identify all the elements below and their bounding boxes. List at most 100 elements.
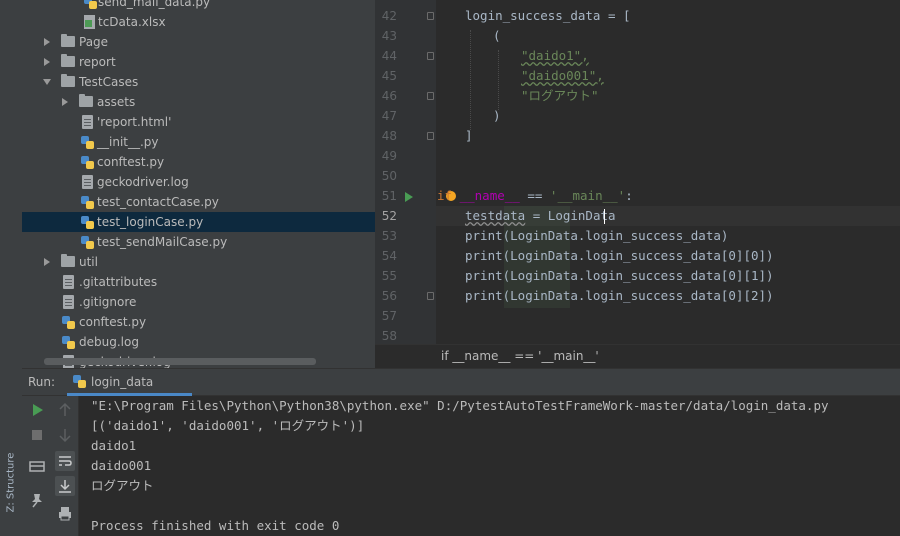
- tree-item[interactable]: Page: [22, 32, 375, 52]
- line-number: 56: [381, 289, 397, 303]
- console-toolbar: [52, 396, 79, 536]
- indent-guide: [470, 30, 471, 130]
- tree-item[interactable]: conftest.py: [22, 152, 375, 172]
- layout-button[interactable]: [27, 456, 47, 476]
- stop-button[interactable]: [27, 425, 47, 445]
- editor-breadcrumb[interactable]: if __name__ == '__main__': [375, 344, 900, 369]
- arrow-up-icon: [59, 402, 71, 416]
- collapse-arrow-icon[interactable]: [43, 79, 51, 85]
- line-number: 50: [381, 169, 397, 183]
- excel-file-icon: [84, 15, 95, 29]
- console-output[interactable]: "E:\Program Files\Python\Python38\python…: [79, 396, 900, 536]
- code-line: print(LoginData.login_success_data[0][1]…: [465, 268, 774, 283]
- console-line: daido001: [91, 458, 152, 473]
- folder-icon: [61, 254, 75, 267]
- scroll-to-end-button[interactable]: [55, 476, 75, 496]
- pin-button[interactable]: [27, 490, 47, 510]
- rerun-button[interactable]: [27, 400, 47, 420]
- printer-icon: [59, 507, 71, 521]
- expand-arrow-icon[interactable]: [44, 38, 50, 46]
- tree-item[interactable]: geckodriver.log: [22, 172, 375, 192]
- tree-item[interactable]: __init__.py: [22, 132, 375, 152]
- expand-arrow-icon[interactable]: [44, 58, 50, 66]
- line-number-current: 52: [381, 209, 397, 223]
- text-file-icon: [82, 175, 93, 189]
- line-number: 49: [381, 149, 397, 163]
- tree-item-label: assets: [97, 95, 136, 109]
- code-line: print(LoginData.login_success_data): [465, 228, 729, 243]
- arrow-down-icon: [59, 429, 71, 443]
- tree-item[interactable]: debug.log: [22, 332, 375, 352]
- tree-item[interactable]: .gitattributes: [22, 272, 375, 292]
- tree-item[interactable]: send_mail_data.py: [22, 0, 375, 12]
- tree-item-label: test_sendMailCase.py: [97, 235, 228, 249]
- breadcrumb-label[interactable]: if __name__ == '__main__': [441, 349, 599, 363]
- fold-marker-icon[interactable]: [427, 52, 434, 60]
- expand-arrow-icon[interactable]: [44, 258, 50, 266]
- structure-tab-label: Z: Structure: [5, 452, 17, 513]
- code-line: (: [493, 28, 501, 43]
- run-config-tab[interactable]: login_data: [67, 369, 192, 396]
- run-gutter-icon[interactable]: [405, 192, 413, 202]
- tree-item-label: tcData.xlsx: [98, 15, 166, 29]
- console-line: daido1: [91, 438, 137, 453]
- line-number: 51: [381, 189, 397, 203]
- python-file-icon: [62, 316, 75, 329]
- tree-item[interactable]: util: [22, 252, 375, 272]
- scroll-up-button[interactable]: [55, 400, 75, 420]
- tree-item-label: TestCases: [79, 75, 139, 89]
- python-file-icon: [81, 236, 94, 249]
- line-number: 43: [381, 29, 397, 43]
- code-line: ]: [465, 128, 473, 143]
- line-number: 45: [381, 69, 397, 83]
- expand-arrow-icon[interactable]: [62, 98, 68, 106]
- tree-item[interactable]: test_sendMailCase.py: [22, 232, 375, 252]
- line-number: 47: [381, 109, 397, 123]
- tree-item[interactable]: conftest.py: [22, 312, 375, 332]
- line-number: 58: [381, 329, 397, 343]
- code-line-current: testdata = LoginData: [465, 208, 616, 223]
- tree-item-label: util: [79, 255, 98, 269]
- tree-item[interactable]: 'report.html': [22, 112, 375, 132]
- fold-marker-icon[interactable]: [427, 12, 434, 20]
- tree-item-selected[interactable]: test_loginCase.py: [22, 212, 375, 232]
- run-tab-label: login_data: [91, 375, 154, 389]
- run-panel-header: Run: login_data: [22, 368, 900, 396]
- tree-item[interactable]: .gitignore: [22, 292, 375, 312]
- tree-item-label: geckodriver.log: [97, 175, 189, 189]
- code-line: if __name__ == '__main__':: [437, 188, 633, 203]
- line-number: 54: [381, 249, 397, 263]
- tree-item-label: .gitignore: [79, 295, 137, 309]
- soft-wrap-button[interactable]: [55, 451, 75, 471]
- folder-icon: [61, 54, 75, 67]
- fold-marker-icon[interactable]: [427, 292, 434, 300]
- tree-item-label: Page: [79, 35, 109, 49]
- tree-item[interactable]: test_contactCase.py: [22, 192, 375, 212]
- fold-marker-icon[interactable]: [427, 92, 434, 100]
- tree-item[interactable]: tcData.xlsx: [22, 12, 375, 32]
- tree-item-label: test_loginCase.py: [97, 215, 204, 229]
- tree-item-label: send_mail_data.py: [98, 0, 211, 9]
- python-file-icon: [81, 156, 94, 169]
- code-line: print(LoginData.login_success_data[0][2]…: [465, 288, 774, 303]
- line-number: 44: [381, 49, 397, 63]
- tree-item[interactable]: TestCases: [22, 72, 375, 92]
- line-number: 42: [381, 9, 397, 23]
- fold-marker-icon[interactable]: [427, 132, 434, 140]
- tree-item[interactable]: report: [22, 52, 375, 72]
- scroll-down-button[interactable]: [55, 425, 75, 445]
- text-file-icon: [63, 275, 74, 289]
- python-file-icon: [81, 216, 94, 229]
- structure-tool-tab[interactable]: Z: Structure: [2, 438, 20, 518]
- console-line: Process finished with exit code 0: [91, 518, 340, 533]
- text-caret: [604, 209, 605, 224]
- line-number: 57: [381, 309, 397, 323]
- folder-icon: [61, 74, 75, 87]
- left-tool-strip: Z: Structure: [0, 0, 23, 536]
- print-button[interactable]: [55, 504, 75, 524]
- python-file-icon: [84, 0, 97, 9]
- line-number: 46: [381, 89, 397, 103]
- tree-item-label: debug.log: [79, 335, 139, 349]
- tree-horizontal-scrollbar[interactable]: [44, 358, 316, 365]
- tree-item[interactable]: assets: [22, 92, 375, 112]
